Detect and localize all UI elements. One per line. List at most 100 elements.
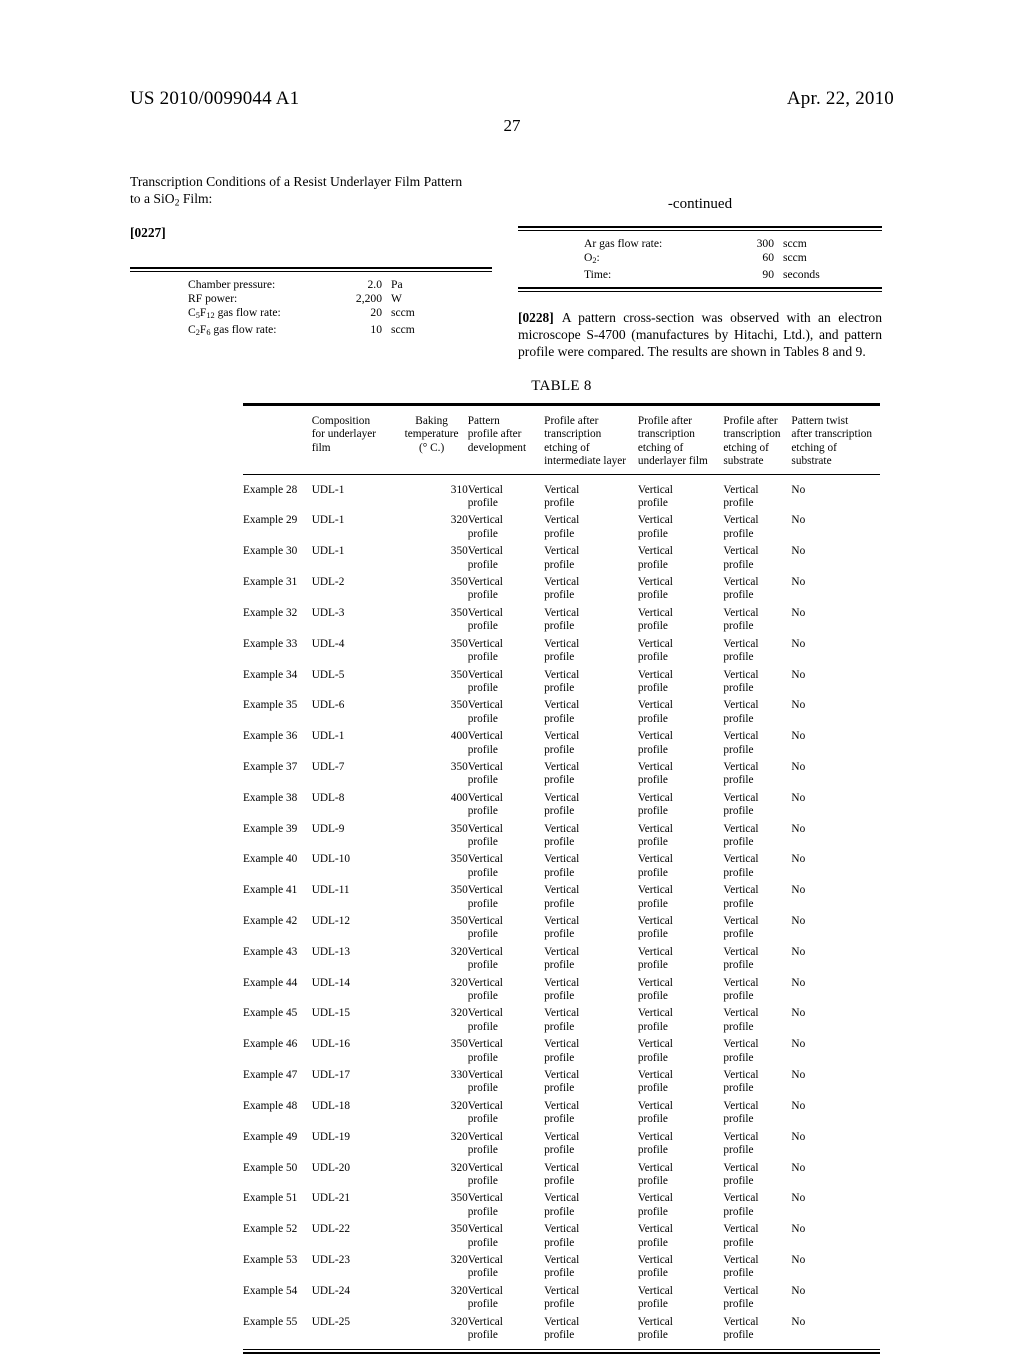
cell-line: profile — [723, 589, 754, 602]
cell-substrate: Vertical profile — [723, 912, 791, 943]
cell-line: profile — [467, 1174, 498, 1187]
page-header: US 2010/0099044 A1 Apr. 22, 2010 — [130, 88, 894, 110]
cell-line: Vertical — [723, 1130, 759, 1143]
cell-line: profile — [637, 558, 668, 571]
formula-part: gas flow rate: — [210, 322, 277, 336]
cell-pattern: Vertical profile — [468, 912, 544, 943]
section-heading: Transcription Conditions of a Resist Und… — [130, 174, 492, 211]
cell-pattern: Vertical profile — [468, 1282, 544, 1313]
publication-number: US 2010/0099044 A1 — [130, 88, 300, 109]
header-line: film — [311, 441, 331, 454]
cell-line: profile — [467, 1328, 498, 1341]
cell-example: Example 39 — [243, 822, 298, 835]
cell-intermediate: Vertical profile — [544, 1004, 638, 1035]
cell-line: Vertical — [637, 1069, 673, 1082]
cell-underlayer: Vertical profile — [638, 481, 724, 512]
cell-pattern: Vertical profile — [468, 758, 544, 789]
table-row: Example 39 UDL-9 350 Vertical profile Vertica… — [243, 820, 880, 851]
cell-line: profile — [544, 1328, 575, 1341]
cell-composition: UDL-1 — [311, 545, 345, 558]
cell-line: Vertical — [467, 1038, 503, 1051]
cell-substrate: Vertical profile — [723, 1097, 791, 1128]
cell-line: profile — [544, 1174, 575, 1187]
cell-line: Vertical — [467, 730, 503, 743]
cell-line: profile — [467, 1113, 498, 1126]
cell-underlayer: Vertical profile — [638, 820, 724, 851]
cell-line: Vertical — [544, 884, 580, 897]
cell-baking: 400 — [450, 730, 468, 743]
cell-twist: No — [791, 976, 806, 989]
cell-line: Vertical — [723, 1192, 759, 1205]
cell-baking: 320 — [450, 1161, 468, 1174]
table-row: Example 47 UDL-17 330 Vertical profile Vertic… — [243, 1066, 880, 1097]
etch-conditions-rows-right: Ar gas flow rate: 300 sccm O2: 60 sccm T… — [518, 231, 882, 287]
table-row: Example 42 UDL-12 350 Vertical profile Vertic… — [243, 912, 880, 943]
cell-baking: 330 — [450, 1069, 468, 1082]
cell-intermediate: Vertical profile — [544, 820, 638, 851]
cell-line: Vertical — [723, 1038, 759, 1051]
table-row: Example 40 UDL-10 350 Vertical profile Vertic… — [243, 850, 880, 881]
table-row: Example 52 UDL-22 350 Vertical profile Vertic… — [243, 1220, 880, 1251]
cell-line: Vertical — [544, 1223, 580, 1236]
header-line: development — [467, 441, 527, 454]
cell-line: profile — [723, 620, 754, 633]
cell-baking: 320 — [450, 1007, 468, 1020]
table-row: Example 46 UDL-16 350 Vertical profile Vertic… — [243, 1035, 880, 1066]
cell-line: profile — [467, 589, 498, 602]
cell-twist: No — [791, 1007, 806, 1020]
cell-line: profile — [637, 1298, 668, 1311]
cell-line: profile — [637, 1113, 668, 1126]
cell-line: Vertical — [637, 514, 673, 527]
cell-composition: UDL-1 — [311, 483, 345, 496]
header-line: transcription — [544, 428, 602, 441]
condition-unit: sccm — [391, 322, 415, 336]
condition-value: 10 — [370, 322, 382, 336]
cell-underlayer: Vertical profile — [638, 758, 724, 789]
cell-intermediate: Vertical profile — [544, 604, 638, 635]
cell-line: profile — [544, 527, 575, 540]
cell-line: Vertical — [723, 1253, 759, 1266]
cell-line: profile — [544, 1113, 575, 1126]
cell-line: profile — [723, 835, 754, 848]
cell-line: profile — [723, 990, 754, 1003]
condition-value: 60 — [762, 250, 774, 264]
cell-line: Vertical — [723, 1069, 759, 1082]
cell-composition: UDL-1 — [311, 730, 345, 743]
header-line: after transcription — [791, 428, 873, 441]
cell-substrate: Vertical profile — [723, 481, 791, 512]
cell-substrate: Vertical profile — [723, 635, 791, 666]
cell-line: profile — [467, 805, 498, 818]
condition-value: 300 — [756, 237, 774, 250]
header-line: for underlayer — [311, 428, 377, 441]
cell-line: profile — [723, 959, 754, 972]
cell-twist: No — [791, 1069, 806, 1082]
cell-example: Example 55 — [243, 1315, 298, 1328]
cell-line: profile — [544, 959, 575, 972]
cell-line: profile — [467, 558, 498, 571]
cell-line: profile — [723, 497, 754, 510]
formula-part: C — [188, 322, 196, 336]
cell-composition: UDL-6 — [311, 699, 345, 712]
cell-line: profile — [467, 527, 498, 540]
cell-pattern: Vertical profile — [468, 1159, 544, 1190]
cell-line: profile — [467, 651, 498, 664]
condition-row: Chamber pressure: 2.0 Pa — [130, 278, 492, 292]
cell-line: profile — [637, 959, 668, 972]
header-line: intermediate layer — [544, 455, 627, 468]
cell-substrate: Vertical profile — [723, 850, 791, 881]
header-line: profile after — [467, 428, 522, 441]
cell-line: profile — [544, 805, 575, 818]
cell-baking: 320 — [450, 945, 468, 958]
cell-line: Vertical — [467, 483, 503, 496]
cell-line: profile — [467, 928, 498, 941]
cell-substrate: Vertical profile — [723, 1220, 791, 1251]
publication-date: Apr. 22, 2010 — [786, 88, 894, 109]
cell-intermediate: Vertical profile — [544, 573, 638, 604]
cell-intermediate: Vertical profile — [544, 696, 638, 727]
cell-example: Example 52 — [243, 1223, 298, 1236]
condition-unit: sccm — [783, 237, 807, 250]
cell-substrate: Vertical profile — [723, 573, 791, 604]
cell-pattern: Vertical profile — [468, 573, 544, 604]
cell-intermediate: Vertical profile — [544, 1251, 638, 1282]
cell-pattern: Vertical profile — [468, 820, 544, 851]
